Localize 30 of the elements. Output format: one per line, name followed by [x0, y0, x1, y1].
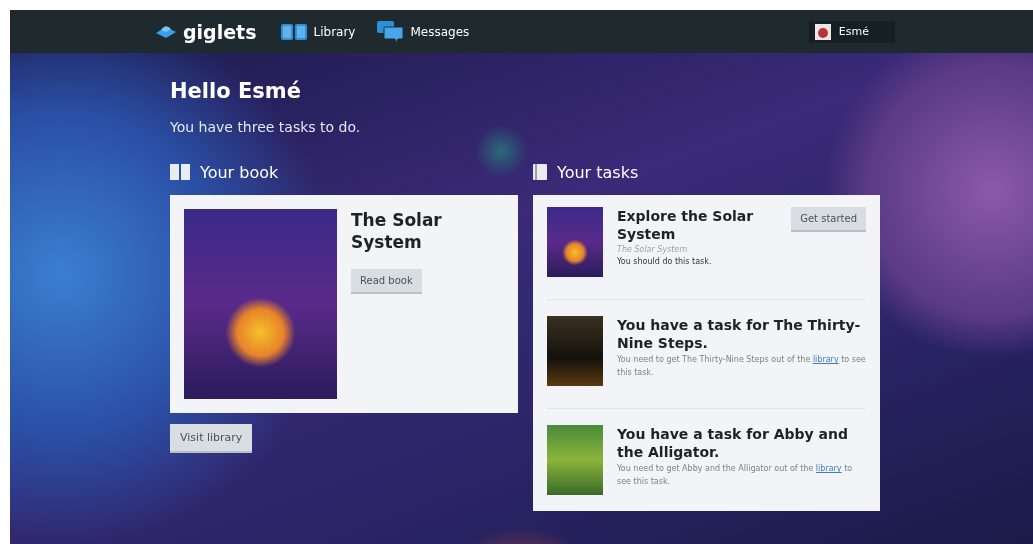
open-book-icon [280, 22, 307, 41]
task-note: You should do this task. [617, 257, 713, 267]
logo-icon [155, 23, 177, 40]
task-message: You need to get Abby and the Alligator out of the library to see this task. [617, 463, 854, 489]
avatar-icon [814, 23, 831, 40]
notebook-icon [533, 164, 547, 180]
book-cover-image [547, 316, 603, 386]
task-title: Explore the Solar System [617, 207, 755, 244]
nav-link[interactable]: Messages [377, 20, 470, 43]
section-heading: Your tasks [557, 162, 639, 182]
task-message: You need to get The Thirty-Nine Steps out of the library to see this task. [617, 354, 866, 380]
user-menu-button[interactable]: Esmé [808, 20, 895, 43]
book-title: The Solar System [351, 209, 443, 254]
library-link[interactable]: library [815, 464, 842, 474]
chat-bubbles-icon [377, 20, 404, 43]
task-title: You have a task for The Thirty-Nine Steps. [617, 316, 862, 353]
visit-library-button[interactable]: Visit library [170, 424, 253, 453]
read-book-button[interactable]: Read book [351, 269, 422, 295]
library-link[interactable]: library [812, 355, 839, 365]
section-heading: Your book [200, 162, 279, 182]
brand-name[interactable]: giglets [183, 20, 257, 43]
book-icon [170, 164, 190, 180]
task-summary: You have three tasks to do. [170, 119, 362, 135]
book-cover-image [547, 425, 603, 495]
task-title: You have a task for Abby and the Alligator. [617, 425, 849, 462]
task-book-name: The Solar System [617, 245, 689, 255]
greeting-heading: Hello Esmé [170, 79, 302, 103]
nav-link[interactable]: Library [280, 20, 356, 43]
get-started-button[interactable]: Get started [791, 207, 866, 232]
book-cover-image [547, 207, 603, 277]
